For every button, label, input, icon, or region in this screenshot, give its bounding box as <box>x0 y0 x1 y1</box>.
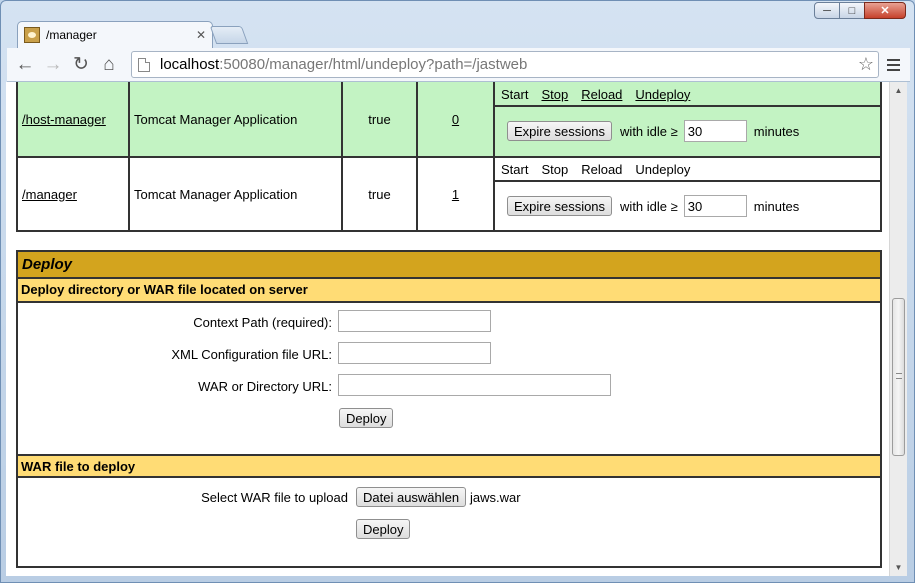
undeploy-link[interactable]: Undeploy <box>635 87 690 102</box>
start-command: Start <box>501 86 529 102</box>
commands-line: Start Stop Reload Undeploy <box>495 83 880 107</box>
idle-minutes-input[interactable] <box>683 195 747 217</box>
scrollbar-thumb[interactable] <box>892 298 905 456</box>
page-icon <box>138 57 150 72</box>
home-icon[interactable]: ⌂ <box>95 51 123 79</box>
app-path-link[interactable]: /manager <box>22 187 77 202</box>
scroll-up-icon[interactable]: ▲ <box>890 82 907 99</box>
context-path-input[interactable] <box>338 310 491 332</box>
war-dir-url-label: WAR or Directory URL: <box>198 379 332 394</box>
forward-arrow-icon[interactable]: → <box>39 51 67 79</box>
new-tab-button[interactable] <box>209 26 249 44</box>
close-tab-icon[interactable]: ✕ <box>196 28 206 42</box>
idle-minutes-input[interactable] <box>683 120 747 142</box>
back-arrow-icon[interactable]: ← <box>11 51 39 79</box>
war-dir-url-input[interactable] <box>338 374 611 396</box>
server-deploy-heading: Deploy directory or WAR file located on … <box>18 279 880 303</box>
browser-toolbar: ← → ↻ ⌂ localhost:50080/manager/html/und… <box>7 48 910 82</box>
address-bar[interactable]: localhost:50080/manager/html/undeploy?pa… <box>131 51 879 78</box>
minimize-button[interactable]: ─ <box>814 2 840 19</box>
url-path: :50080/manager/html/undeploy?path=/jastw… <box>219 56 528 73</box>
app-running: true <box>341 82 418 158</box>
choose-file-button[interactable]: Datei auswählen <box>356 487 467 507</box>
deploy-upload-button[interactable]: Deploy <box>356 519 411 539</box>
app-sessions-link[interactable]: 1 <box>452 187 459 202</box>
page-viewport: /host-manager Tomcat Manager Application… <box>6 82 889 576</box>
xml-config-input[interactable] <box>338 342 491 364</box>
tab-manager[interactable]: /manager ✕ <box>17 21 213 48</box>
server-deploy-form: Context Path (required): XML Configurati… <box>18 303 880 454</box>
xml-config-label: XML Configuration file URL: <box>171 347 332 362</box>
war-upload-form: Select WAR file to upload Datei auswähle… <box>18 478 880 564</box>
deploy-title: Deploy <box>18 252 880 279</box>
expire-sessions-button[interactable]: Expire sessions <box>507 196 613 216</box>
vertical-scrollbar[interactable]: ▲ ▼ <box>889 82 907 576</box>
with-idle-label: with idle ≥ <box>620 123 678 139</box>
url-host: localhost <box>160 56 220 73</box>
with-idle-label: with idle ≥ <box>620 198 678 214</box>
commands-line: Start Stop Reload Undeploy <box>495 158 880 182</box>
tomcat-favicon-icon <box>24 27 40 43</box>
context-path-label: Context Path (required): <box>193 315 332 330</box>
stop-command: Stop <box>541 161 569 177</box>
app-display-name: Tomcat Manager Application <box>128 156 343 232</box>
scroll-down-icon[interactable]: ▼ <box>890 559 907 576</box>
expire-line: Expire sessions with idle ≥ minutes <box>499 182 876 230</box>
reload-link[interactable]: Reload <box>581 87 622 102</box>
app-sessions-link[interactable]: 0 <box>452 112 459 127</box>
deploy-panel: Deploy Deploy directory or WAR file loca… <box>16 250 882 568</box>
menu-icon[interactable] <box>880 52 906 78</box>
app-path-link[interactable]: /host-manager <box>22 112 106 127</box>
table-row: /host-manager Tomcat Manager Application… <box>16 82 882 158</box>
tab-title: /manager <box>46 28 97 42</box>
stop-link[interactable]: Stop <box>541 87 568 102</box>
undeploy-command: Undeploy <box>635 161 691 177</box>
app-running: true <box>341 156 418 232</box>
window-controls: ─ □ ✕ <box>814 2 906 19</box>
reload-command: Reload <box>581 161 623 177</box>
minutes-label: minutes <box>753 123 800 139</box>
expire-line: Expire sessions with idle ≥ minutes <box>499 107 876 155</box>
app-display-name: Tomcat Manager Application <box>128 82 343 158</box>
table-row: /manager Tomcat Manager Application true… <box>16 156 882 232</box>
close-window-button[interactable]: ✕ <box>864 2 906 19</box>
war-upload-heading: WAR file to deploy <box>18 454 880 478</box>
reload-icon[interactable]: ↻ <box>67 51 95 79</box>
deploy-server-button[interactable]: Deploy <box>339 408 394 428</box>
chosen-file-name: jaws.war <box>470 490 521 505</box>
bookmark-star-icon[interactable]: ☆ <box>858 54 874 75</box>
applications-table: /host-manager Tomcat Manager Application… <box>16 82 882 232</box>
grip-icon <box>896 373 902 379</box>
start-command: Start <box>501 161 529 177</box>
select-war-label: Select WAR file to upload <box>201 490 348 505</box>
expire-sessions-button[interactable]: Expire sessions <box>507 121 613 141</box>
minutes-label: minutes <box>753 198 800 214</box>
maximize-button[interactable]: □ <box>839 2 865 19</box>
